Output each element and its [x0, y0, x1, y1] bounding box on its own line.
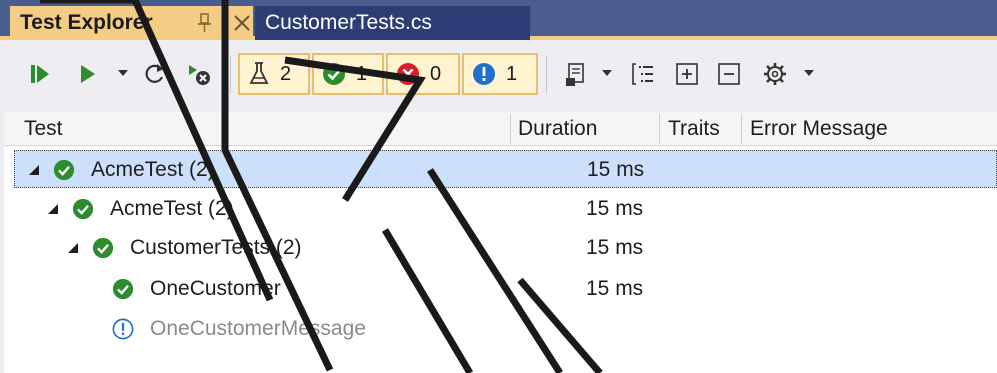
tab-title: Test Explorer: [20, 11, 153, 34]
passed-icon: [323, 63, 345, 85]
not-run-icon: [473, 63, 495, 85]
column-header-test[interactable]: Test: [24, 112, 63, 146]
column-header-traits[interactable]: Traits: [668, 112, 720, 146]
run-all-button[interactable]: [24, 57, 58, 91]
failed-icon: [397, 63, 419, 85]
tree-row-onecustomermessage[interactable]: OneCustomerMessage: [14, 310, 997, 348]
pin-icon[interactable]: [197, 12, 213, 34]
run-all-icon: [31, 65, 49, 83]
cancel-run-button[interactable]: [182, 57, 216, 91]
expanded-chevron-icon[interactable]: [68, 243, 78, 253]
tree-row-onecustomer[interactable]: OneCustomer 15 ms: [14, 270, 997, 308]
passed-tests-count: 1: [356, 62, 368, 85]
collapse-all-button[interactable]: [712, 57, 746, 91]
window-border: [0, 112, 4, 373]
passed-tests-filter[interactable]: 1: [312, 53, 384, 95]
play-icon: [81, 65, 95, 83]
settings-button[interactable]: [758, 57, 792, 91]
tab-test-explorer[interactable]: Test Explorer: [10, 6, 253, 40]
tree-row-customertests[interactable]: CustomerTests (2) 15 ms: [14, 229, 997, 267]
total-tests-filter[interactable]: 2: [238, 53, 310, 95]
passed-icon: [112, 278, 134, 300]
column-header: Test Duration Traits Error Message: [0, 112, 997, 146]
refresh-icon: [145, 64, 164, 83]
tree-row-acmetest-namespace[interactable]: AcmeTest (2) 15 ms: [14, 190, 997, 228]
expand-all-button[interactable]: [670, 57, 704, 91]
test-name: CustomerTests (2): [130, 236, 302, 259]
not-run-tests-filter[interactable]: 1: [462, 53, 538, 95]
test-name: AcmeTest (2): [91, 158, 215, 181]
tab-strip: Test Explorer CustomerTests.cs: [0, 0, 997, 40]
passed-icon: [53, 159, 75, 181]
column-divider[interactable]: [741, 114, 742, 144]
group-by-icon: [632, 63, 653, 85]
not-run-tests-count: 1: [506, 62, 518, 85]
playlist-icon: [566, 63, 584, 86]
column-header-duration[interactable]: Duration: [518, 112, 597, 146]
close-icon[interactable]: [231, 12, 253, 34]
passed-icon: [92, 237, 114, 259]
repeat-last-run-button[interactable]: [138, 57, 172, 91]
test-name: AcmeTest (2): [110, 197, 234, 220]
toolbar-separator: [230, 56, 231, 94]
expanded-chevron-icon[interactable]: [48, 204, 58, 214]
settings-dropdown-chevron-icon[interactable]: [804, 70, 814, 78]
test-duration: 15 ms: [586, 236, 644, 259]
expand-all-icon: [676, 63, 698, 85]
column-header-error-message[interactable]: Error Message: [750, 112, 888, 146]
not-run-icon: [112, 318, 134, 340]
playlist-dropdown-chevron-icon[interactable]: [602, 70, 612, 78]
total-tests-count: 2: [280, 62, 292, 85]
tab-customer-tests[interactable]: CustomerTests.cs: [255, 6, 530, 40]
test-name: OneCustomer: [150, 277, 281, 300]
passed-icon: [72, 198, 94, 220]
tab-title: CustomerTests.cs: [265, 11, 432, 34]
toolbar: 2 1 0 1: [0, 40, 997, 112]
toolbar-separator: [546, 56, 547, 94]
group-by-button[interactable]: [626, 57, 660, 91]
failed-tests-filter[interactable]: 0: [386, 53, 460, 95]
playlist-button[interactable]: [560, 57, 594, 91]
cancel-icon: [189, 65, 210, 85]
gear-icon: [764, 63, 786, 85]
run-dropdown-chevron-icon[interactable]: [118, 70, 128, 78]
column-divider[interactable]: [659, 114, 660, 144]
test-duration: 15 ms: [586, 197, 644, 220]
collapse-all-icon: [718, 63, 740, 85]
column-divider[interactable]: [510, 114, 511, 144]
tree-row-acmetest-root[interactable]: AcmeTest (2) 15 ms: [14, 150, 997, 188]
flask-icon: [249, 62, 269, 84]
test-name: OneCustomerMessage: [150, 317, 366, 340]
test-duration: 15 ms: [586, 277, 644, 300]
test-duration: 15 ms: [587, 158, 645, 181]
expanded-chevron-icon[interactable]: [29, 165, 39, 175]
run-button[interactable]: [72, 57, 106, 91]
failed-tests-count: 0: [430, 62, 442, 85]
